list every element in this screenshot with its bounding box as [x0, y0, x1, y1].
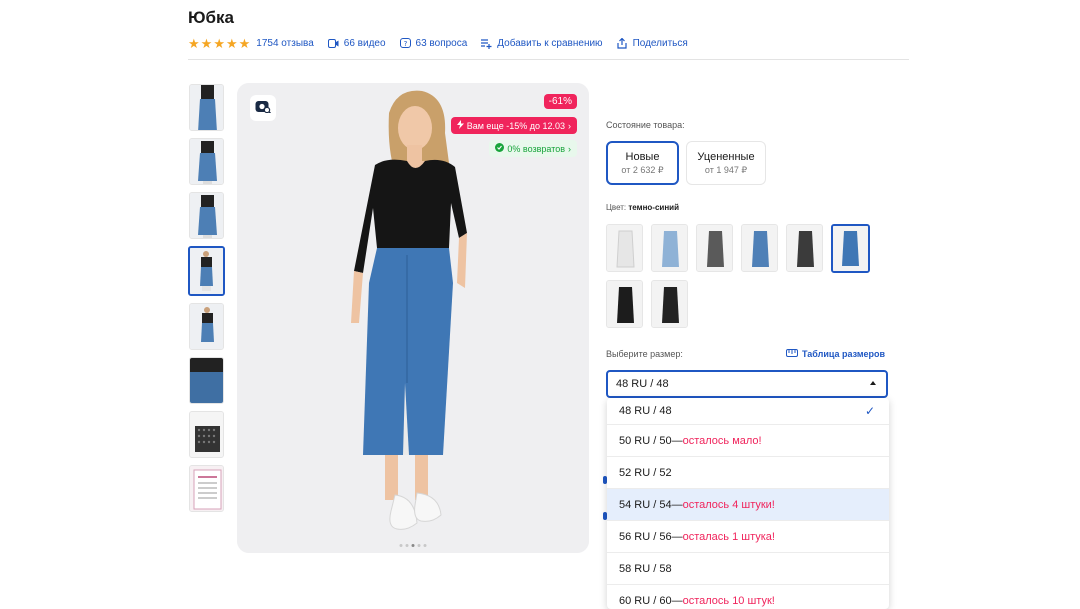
- compare-label: Добавить к сравнению: [497, 38, 603, 49]
- condition-name: Уцененные: [697, 150, 755, 163]
- size-option[interactable]: 60 RU / 60— осталось 10 штук!: [607, 585, 889, 609]
- returns-icon: [495, 143, 505, 154]
- color-swatch[interactable]: [606, 224, 643, 272]
- thumbnail-image[interactable]: [189, 357, 224, 404]
- size-option-label: 58 RU / 58: [619, 562, 672, 575]
- camera-search-icon: [255, 99, 271, 118]
- promo-text: Вам еще -15% до 12.03: [466, 120, 565, 131]
- size-selected-value: 48 RU / 48: [616, 378, 669, 390]
- visual-search-button[interactable]: [250, 95, 276, 121]
- compare-icon: [481, 38, 492, 49]
- product-meta-row: ★ ★ ★ ★ ★ 1754 отзыва 66 видео ? 63 вопр…: [188, 37, 702, 50]
- size-option-label: 48 RU / 48: [619, 405, 672, 417]
- condition-new-button[interactable]: Новые от 2 632 ₽: [606, 141, 679, 185]
- size-option[interactable]: 56 RU / 56— осталась 1 штука!: [607, 521, 889, 553]
- size-table-label: Таблица размеров: [802, 349, 886, 359]
- checkmark-icon: ✓: [864, 404, 875, 418]
- size-dropdown: 48 RU / 48 ✓ 50 RU / 50— осталось мало! 5…: [607, 398, 889, 609]
- size-option[interactable]: 50 RU / 50— осталось мало!: [607, 425, 889, 457]
- size-option[interactable]: 52 RU / 52: [607, 457, 889, 489]
- size-option-label: 54 RU / 54—: [619, 498, 683, 511]
- star-icon: ★: [188, 36, 200, 51]
- condition-price: от 1 947 ₽: [704, 164, 748, 175]
- pager-dot[interactable]: [411, 544, 415, 547]
- pager-dot[interactable]: [423, 544, 427, 547]
- star-icon: ★: [200, 36, 213, 51]
- ruler-icon: [786, 349, 798, 359]
- pager-dot[interactable]: [399, 544, 403, 547]
- thumbnail-image-active[interactable]: [188, 246, 225, 296]
- compare-link[interactable]: Добавить к сравнению: [481, 38, 603, 49]
- color-value: темно-синий: [628, 203, 679, 212]
- questions-count: 63 вопроса: [415, 38, 468, 49]
- condition-name: Новые: [625, 150, 660, 163]
- size-label: Выберите размер:: [606, 349, 683, 359]
- size-option-stock-note: осталось 10 штук!: [682, 594, 775, 607]
- color-swatch[interactable]: [696, 224, 733, 272]
- question-icon: ?: [399, 38, 411, 49]
- thumbnail-image[interactable]: [189, 192, 224, 239]
- size-option-stock-note: осталось мало!: [682, 434, 762, 447]
- lightning-icon: [456, 120, 464, 131]
- promo-badge[interactable]: Вам еще -15% до 12.03 ›: [450, 117, 577, 134]
- share-label: Поделиться: [632, 38, 688, 49]
- pager-dot[interactable]: [405, 544, 409, 547]
- chevron-right-icon: ›: [568, 143, 571, 154]
- rating-stars: ★ ★ ★ ★ ★: [188, 37, 250, 50]
- thumbnail-image[interactable]: [189, 411, 224, 458]
- condition-label: Состояние товара:: [606, 120, 685, 130]
- size-select[interactable]: 48 RU / 48: [606, 370, 888, 398]
- size-option-stock-note: осталось 4 штуки!: [682, 498, 775, 511]
- color-swatch[interactable]: [786, 224, 823, 272]
- thumbnail-image[interactable]: [189, 303, 224, 350]
- size-option-label: 56 RU / 56—: [619, 530, 683, 543]
- condition-discounted-button[interactable]: Уцененные от 1 947 ₽: [686, 141, 766, 185]
- thumbnail-image[interactable]: [189, 138, 224, 185]
- thumbnail-image[interactable]: [189, 465, 224, 512]
- chevron-right-icon: ›: [568, 120, 571, 131]
- size-option-highlighted[interactable]: 54 RU / 54— осталось 4 штуки!: [607, 489, 889, 521]
- product-title: Юбка: [188, 8, 234, 27]
- condition-price: от 2 632 ₽: [621, 164, 664, 175]
- color-swatch[interactable]: [741, 224, 778, 272]
- videos-count: 66 видео: [343, 38, 386, 49]
- size-option-label: 60 RU / 60—: [619, 594, 683, 607]
- share-link[interactable]: Поделиться: [617, 38, 688, 49]
- returns-badge[interactable]: 0% возвратов ›: [489, 140, 577, 157]
- color-swatch[interactable]: [651, 280, 688, 328]
- returns-text: 0% возвратов: [507, 143, 565, 154]
- questions-link[interactable]: ? 63 вопроса: [399, 38, 468, 49]
- size-table-link[interactable]: Таблица размеров: [786, 349, 885, 359]
- star-icon: ★: [238, 36, 251, 51]
- pager-dot[interactable]: [417, 544, 421, 547]
- size-option-label: 52 RU / 52: [619, 466, 672, 479]
- color-swatch[interactable]: [606, 280, 643, 328]
- color-label-text: Цвет:: [606, 203, 627, 212]
- thumbnail-strip: [188, 84, 226, 519]
- size-option-stock-note: осталась 1 штука!: [682, 530, 775, 543]
- reviews-count: 1754 отзыва: [256, 38, 314, 49]
- size-option-label: 50 RU / 50—: [619, 434, 683, 447]
- color-label: Цвет: темно-синий: [606, 203, 679, 212]
- reviews-link[interactable]: 1754 отзыва: [256, 38, 313, 49]
- caret-up-icon: [870, 381, 876, 385]
- color-swatch-active[interactable]: [831, 224, 870, 273]
- header-divider: [188, 59, 909, 60]
- discount-badge: -61%: [543, 94, 577, 109]
- main-product-photo[interactable]: -61% Вам еще -15% до 12.03 › 0% возврато…: [237, 83, 589, 553]
- star-icon: ★: [225, 36, 238, 51]
- svg-text:?: ?: [403, 40, 407, 48]
- photo-pager-dots: [399, 544, 427, 547]
- star-icon: ★: [213, 36, 225, 51]
- video-icon: [327, 38, 339, 49]
- size-option[interactable]: 58 RU / 58: [607, 553, 889, 585]
- color-swatch[interactable]: [651, 224, 688, 272]
- videos-link[interactable]: 66 видео: [327, 38, 386, 49]
- size-option[interactable]: 48 RU / 48 ✓: [607, 398, 889, 425]
- thumbnail-image[interactable]: [189, 84, 224, 131]
- share-icon: [617, 38, 628, 49]
